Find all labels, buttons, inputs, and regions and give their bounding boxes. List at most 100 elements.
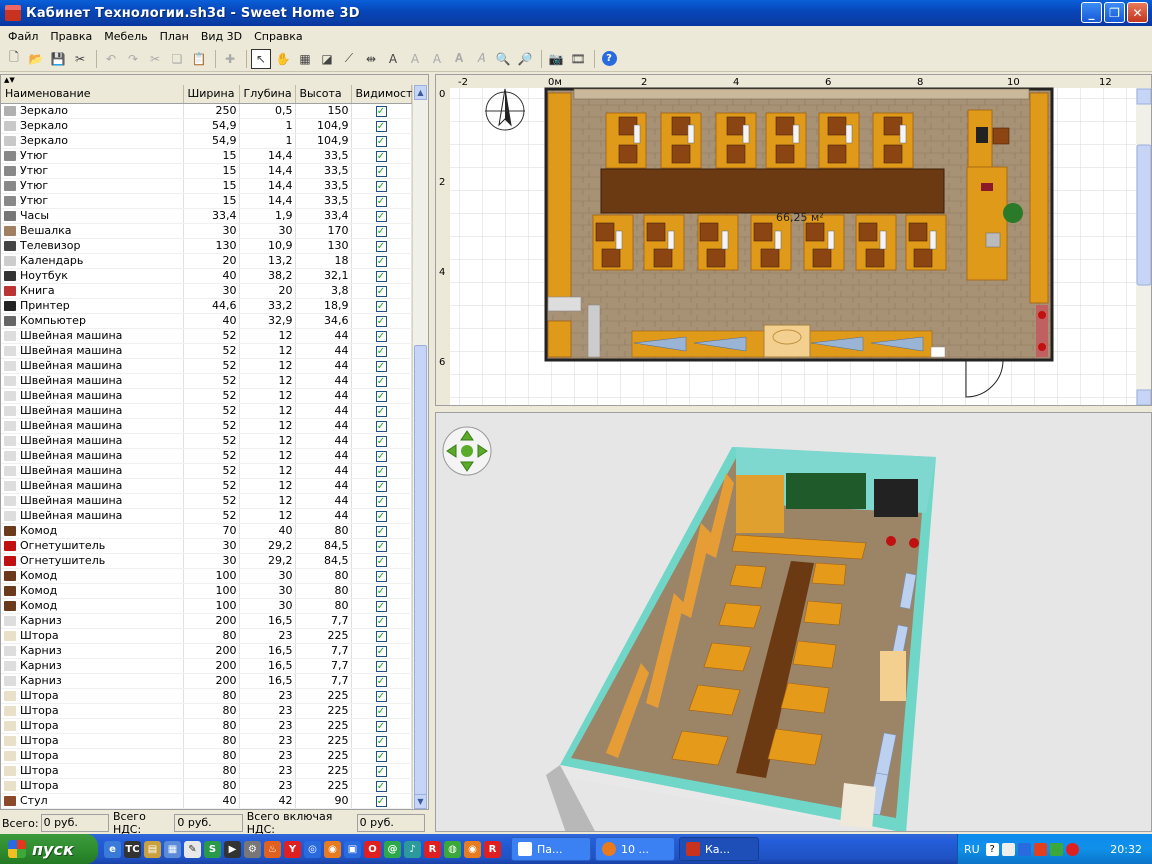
start-button[interactable]: пуск [0,834,98,864]
table-row[interactable]: Карниз 200 16,5 7,7 ✓ [1,643,412,659]
tray-arrow-icon[interactable] [1001,842,1015,856]
table-row[interactable]: Комод 70 40 80 ✓ [1,523,412,539]
table-row[interactable]: Компьютер 40 32,9 34,6 ✓ [1,313,412,329]
visibility-checkbox[interactable]: ✓ [375,691,387,702]
visibility-checkbox[interactable]: ✓ [375,541,387,552]
select-mode-icon[interactable]: ↖ [251,48,271,69]
skype-icon[interactable]: S [204,840,221,858]
plan-scroll-thumb[interactable] [1136,144,1151,286]
visibility-checkbox[interactable]: ✓ [375,706,387,717]
table-row[interactable]: Швейная машина 52 12 44 ✓ [1,403,412,419]
create-photo-icon[interactable]: 📷 [546,49,566,69]
add-furniture-icon[interactable]: ✚ [220,49,240,69]
furniture-scrollbar[interactable]: ▲ ▼ [412,85,428,809]
scroll-thumb[interactable] [414,345,427,795]
menu-help[interactable]: Справка [248,30,308,43]
italic-text-icon[interactable]: 𝐴 [471,49,491,69]
menu-edit[interactable]: Правка [44,30,98,43]
visibility-checkbox[interactable]: ✓ [375,556,387,567]
table-row[interactable]: Комод 100 30 80 ✓ [1,583,412,599]
text-size-up-icon[interactable]: A [405,49,425,69]
table-row[interactable]: Штора 80 23 225 ✓ [1,628,412,644]
table-row[interactable]: Зеркало 54,9 1 104,9 ✓ [1,118,412,134]
visibility-checkbox[interactable]: ✓ [375,421,387,432]
visibility-checkbox[interactable]: ✓ [375,406,387,417]
table-row[interactable]: Часы 33,4 1,9 33,4 ✓ [1,208,412,224]
network-icon[interactable] [1017,842,1031,856]
app-icon[interactable]: ◎ [304,840,321,858]
table-row[interactable]: Книга 30 20 3,8 ✓ [1,283,412,299]
table-row[interactable]: Швейная машина 52 12 44 ✓ [1,373,412,389]
visibility-checkbox[interactable]: ✓ [375,676,387,687]
visibility-checkbox[interactable]: ✓ [375,736,387,747]
visibility-checkbox[interactable]: ✓ [375,316,387,327]
minimize-button[interactable]: _ [1081,2,1102,23]
visibility-checkbox[interactable]: ✓ [375,631,387,642]
create-video-icon[interactable]: 🎞 [568,49,588,69]
app-icon[interactable]: ▣ [344,840,361,858]
antivirus-icon[interactable] [1033,842,1047,856]
column-header-name[interactable]: Наименование [1,85,184,104]
cut-icon[interactable]: ✂ [145,49,165,69]
plan-view[interactable]: -2 0м 2 4 6 8 10 12 0 2 4 6 66,25 м² [435,74,1152,406]
table-row[interactable]: Швейная машина 52 12 44 ✓ [1,463,412,479]
chrome-icon[interactable]: ◍ [444,840,461,858]
browser-icon[interactable]: e [104,840,121,858]
visibility-checkbox[interactable]: ✓ [375,226,387,237]
create-polylines-icon[interactable]: ⟋ [339,49,359,69]
visibility-checkbox[interactable]: ✓ [375,766,387,777]
table-row[interactable]: Швейная машина 52 12 44 ✓ [1,418,412,434]
visibility-checkbox[interactable]: ✓ [375,451,387,462]
table-row[interactable]: Ноутбук 40 38,2 32,1 ✓ [1,268,412,284]
visibility-checkbox[interactable]: ✓ [375,571,387,582]
total-commander-icon[interactable]: TC [124,840,141,858]
maximize-button[interactable]: ❐ [1104,2,1125,23]
visibility-checkbox[interactable]: ✓ [375,286,387,297]
visibility-checkbox[interactable]: ✓ [375,481,387,492]
visibility-checkbox[interactable]: ✓ [375,526,387,537]
redo-icon[interactable]: ↷ [123,49,143,69]
visibility-checkbox[interactable]: ✓ [375,196,387,207]
visibility-checkbox[interactable]: ✓ [375,211,387,222]
menu-file[interactable]: Файл [2,30,44,43]
table-row[interactable]: Карниз 200 16,5 7,7 ✓ [1,613,412,629]
visibility-checkbox[interactable]: ✓ [375,151,387,162]
table-row[interactable]: Стул 40 42 90 ✓ [1,793,412,809]
visibility-checkbox[interactable]: ✓ [375,601,387,612]
visibility-checkbox[interactable]: ✓ [375,391,387,402]
add-text-icon[interactable]: A [383,49,403,69]
visibility-checkbox[interactable]: ✓ [375,376,387,387]
taskbar-item[interactable]: Па... [511,837,591,861]
table-row[interactable]: Принтер 44,6 33,2 18,9 ✓ [1,298,412,314]
app-icon[interactable]: @ [384,840,401,858]
pan-mode-icon[interactable]: ✋ [273,49,293,69]
navigation-arrows-icon[interactable] [442,426,492,476]
table-row[interactable]: Швейная машина 52 12 44 ✓ [1,328,412,344]
table-row[interactable]: Карниз 200 16,5 7,7 ✓ [1,658,412,674]
menu-plan[interactable]: План [154,30,195,43]
table-row[interactable]: Утюг 15 14,4 33,5 ✓ [1,178,412,194]
new-file-icon[interactable]: 🗋 [4,49,24,69]
table-row[interactable]: Швейная машина 52 12 44 ✓ [1,478,412,494]
save-file-icon[interactable]: 💾 [48,49,68,69]
visibility-checkbox[interactable]: ✓ [375,361,387,372]
menu-3d-view[interactable]: Вид 3D [195,30,248,43]
table-row[interactable]: Телевизор 130 10,9 130 ✓ [1,238,412,254]
visibility-checkbox[interactable]: ✓ [375,436,387,447]
table-row[interactable]: Календарь 20 13,2 18 ✓ [1,253,412,269]
table-row[interactable]: Штора 80 23 225 ✓ [1,733,412,749]
paste-icon[interactable]: 📋 [189,49,209,69]
scroll-down-button[interactable]: ▼ [414,794,427,809]
tool-icon[interactable]: ⚙ [244,840,261,858]
visibility-checkbox[interactable]: ✓ [375,241,387,252]
visibility-checkbox[interactable]: ✓ [375,511,387,522]
visibility-checkbox[interactable]: ✓ [375,496,387,507]
visibility-checkbox[interactable]: ✓ [375,166,387,177]
visibility-checkbox[interactable]: ✓ [375,331,387,342]
copy-icon[interactable]: ❏ [167,49,187,69]
tray-app-icon[interactable] [1049,842,1063,856]
app-icon[interactable]: ♨ [264,840,281,858]
visibility-checkbox[interactable]: ✓ [375,106,387,117]
firefox-icon[interactable]: ◉ [464,840,481,858]
visibility-checkbox[interactable]: ✓ [375,466,387,477]
